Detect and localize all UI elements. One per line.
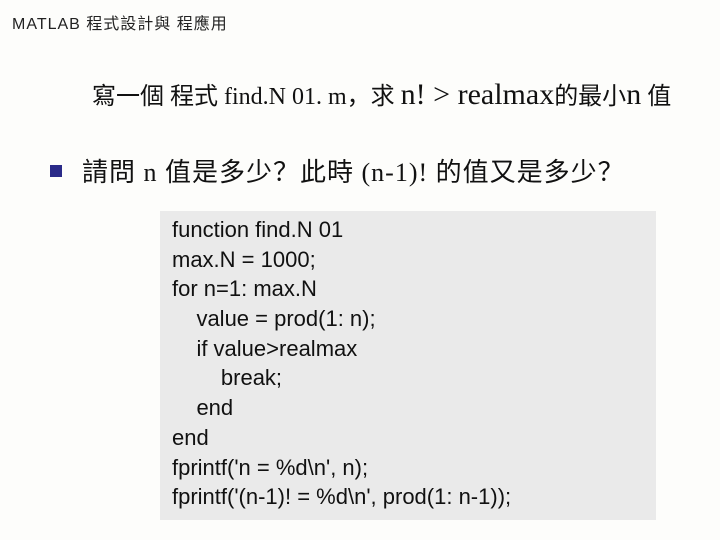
question-text: 請問 n 值是多少？此時 (n-1)! 的值又是多少？ (82, 152, 625, 189)
line1-expr1: n! > realmax (401, 78, 555, 111)
prompt-line-1: 寫一個 程式 find.N 01. m，求 n! > realmax的最小n 值 (92, 76, 700, 112)
bullet-icon (50, 165, 62, 177)
line1-part2: 的最小 (554, 84, 626, 110)
line1-expr2: n (626, 78, 641, 111)
page-header: MATLAB 程式設計與 程應用 (0, 0, 720, 38)
line1-part3: 值 (641, 84, 671, 110)
question-row: 請問 n 值是多少？此時 (n-1)! 的值又是多少？ (50, 152, 700, 189)
line1-part1: 寫一個 程式 find.N 01. m，求 (92, 84, 401, 110)
code-block: function find.N 01 max.N = 1000; for n=1… (160, 211, 656, 520)
